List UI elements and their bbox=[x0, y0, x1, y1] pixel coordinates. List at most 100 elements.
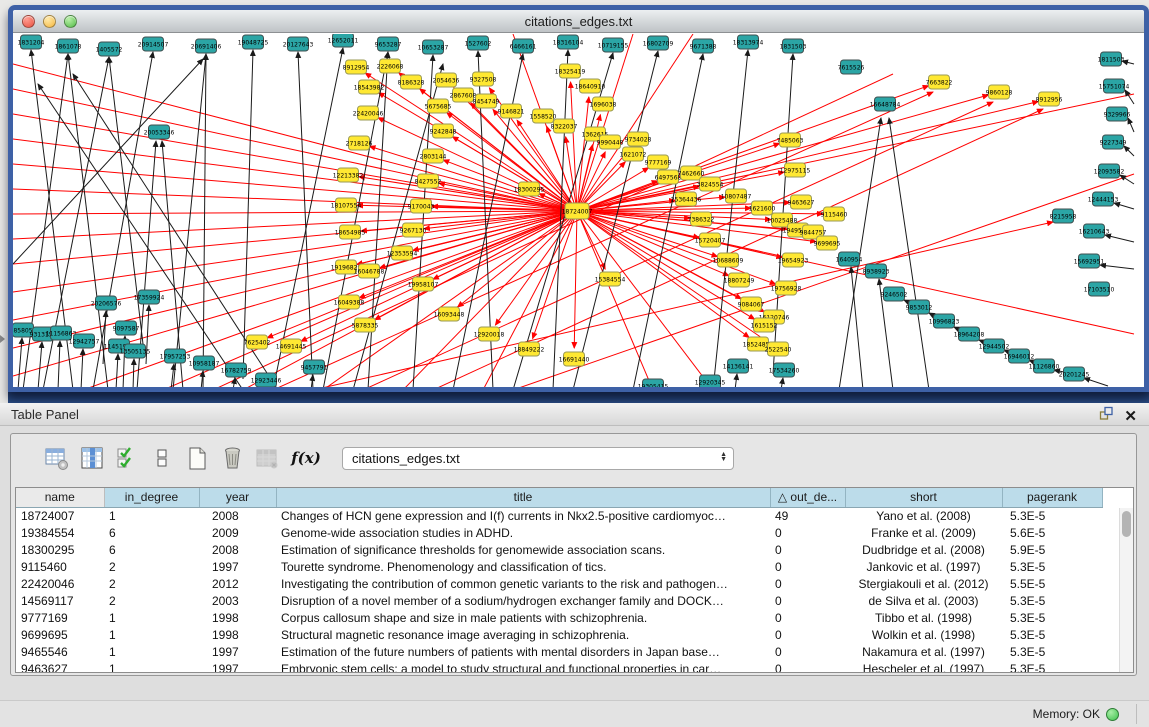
table-mode-icon[interactable] bbox=[44, 445, 70, 471]
cell-pagerank[interactable]: 5.9E-5 bbox=[1002, 541, 1102, 558]
graph-node[interactable]: 12920018 bbox=[474, 327, 505, 341]
graph-node[interactable]: 1640954 bbox=[836, 252, 863, 266]
graph-node[interactable]: 17957253 bbox=[160, 349, 191, 363]
graph-node[interactable]: 2054636 bbox=[433, 73, 460, 87]
graph-node[interactable]: 19654923 bbox=[778, 253, 809, 267]
cell-in_degree[interactable]: 1 bbox=[104, 626, 199, 643]
graph-node[interactable]: 2522540 bbox=[765, 342, 792, 356]
table-scrollbar-thumb[interactable] bbox=[1122, 511, 1131, 537]
graph-node[interactable]: 1831503 bbox=[780, 39, 807, 53]
graph-node[interactable]: 3824554 bbox=[697, 177, 724, 191]
graph-node[interactable]: 18107554 bbox=[331, 198, 362, 212]
graph-node[interactable]: 18654985 bbox=[335, 225, 366, 239]
cell-name[interactable]: 18300295 bbox=[16, 541, 104, 558]
graph-node[interactable]: 18807249 bbox=[724, 273, 755, 287]
graph-node[interactable]: 14691445 bbox=[276, 339, 307, 353]
graph-node[interactable]: 8186328 bbox=[398, 75, 425, 89]
cell-name[interactable]: 14569117 bbox=[16, 592, 104, 609]
graph-node[interactable]: 8912956 bbox=[1036, 92, 1063, 106]
graph-node[interactable]: 18849222 bbox=[514, 342, 545, 356]
cell-pagerank[interactable]: 5.3E-5 bbox=[1002, 660, 1102, 673]
table-row[interactable]: 1938455462009Genome-wide association stu… bbox=[16, 524, 1102, 541]
graph-node[interactable]: 9990448 bbox=[597, 135, 624, 149]
graph-node[interactable]: 9457791 bbox=[301, 360, 328, 374]
graph-node[interactable]: 17359924 bbox=[134, 290, 165, 304]
graph-node[interactable]: 9329966 bbox=[1104, 107, 1131, 121]
cell-title[interactable]: Embryonic stem cells: a model to study s… bbox=[276, 660, 770, 673]
cell-pagerank[interactable]: 5.3E-5 bbox=[1002, 592, 1102, 609]
graph-node[interactable]: 19305415 bbox=[638, 379, 669, 387]
graph-node[interactable]: 9227349 bbox=[1100, 135, 1127, 149]
graph-node[interactable]: 20206576 bbox=[91, 296, 122, 310]
cell-year[interactable]: 1998 bbox=[199, 626, 276, 643]
table-row[interactable]: 1830029562008Estimation of significance … bbox=[16, 541, 1102, 558]
graph-node[interactable]: 18724007 bbox=[562, 203, 593, 219]
memory-indicator[interactable]: Memory: OK bbox=[1033, 707, 1119, 721]
cell-title[interactable]: Estimation of the future numbers of pati… bbox=[276, 643, 770, 660]
graph-node[interactable]: 18300295 bbox=[514, 182, 545, 196]
cell-short[interactable]: Dudbridge et al. (2008) bbox=[845, 541, 1002, 558]
cell-out_degree[interactable]: 0 bbox=[770, 558, 845, 575]
cell-in_degree[interactable]: 6 bbox=[104, 541, 199, 558]
graph-node[interactable]: 1621600 bbox=[749, 201, 776, 215]
cell-short[interactable]: de Silva et al. (2003) bbox=[845, 592, 1002, 609]
cell-name[interactable]: 9699695 bbox=[16, 626, 104, 643]
graph-node[interactable]: 10719155 bbox=[598, 38, 629, 52]
cell-pagerank[interactable]: 5.3E-5 bbox=[1002, 609, 1102, 626]
cell-name[interactable]: 22420046 bbox=[16, 575, 104, 592]
table-row[interactable]: 977716911998Corpus callosum shape and si… bbox=[16, 609, 1102, 626]
cell-out_degree[interactable]: 0 bbox=[770, 524, 845, 541]
graph-node[interactable]: 18313974 bbox=[733, 35, 764, 49]
cell-short[interactable]: Stergiakouli et al. (2012) bbox=[845, 575, 1002, 592]
graph-node[interactable]: 6466161 bbox=[510, 39, 537, 53]
delete-table-icon[interactable] bbox=[254, 445, 280, 471]
graph-node[interactable]: 20127643 bbox=[283, 37, 314, 51]
graph-node[interactable]: 10807487 bbox=[721, 189, 752, 203]
graph-node[interactable]: 9170043 bbox=[408, 199, 435, 213]
select-all-columns-icon[interactable] bbox=[114, 445, 140, 471]
graph-node[interactable]: 9115460 bbox=[821, 207, 848, 221]
graph-node[interactable]: 20914507 bbox=[138, 37, 169, 51]
graph-node[interactable]: 8427552 bbox=[415, 174, 442, 188]
graph-node[interactable]: 16648784 bbox=[870, 97, 901, 111]
table-row[interactable]: 1872400712008Changes of HCN gene express… bbox=[16, 507, 1102, 524]
graph-node[interactable]: 16946012 bbox=[1004, 349, 1035, 363]
graph-node[interactable]: 17103510 bbox=[1084, 282, 1115, 296]
cell-out_degree[interactable]: 0 bbox=[770, 626, 845, 643]
cell-name[interactable]: 9465546 bbox=[16, 643, 104, 660]
graph-node[interactable]: 9653287 bbox=[375, 37, 402, 51]
cell-name[interactable]: 9115460 bbox=[16, 558, 104, 575]
cell-pagerank[interactable]: 5.6E-5 bbox=[1002, 524, 1102, 541]
graph-node[interactable]: 19048725 bbox=[238, 35, 269, 49]
cell-in_degree[interactable]: 1 bbox=[104, 507, 199, 524]
graph-node[interactable]: 9777169 bbox=[645, 155, 672, 169]
cell-title[interactable]: Estimation of significance thresholds fo… bbox=[276, 541, 770, 558]
graph-node[interactable]: 7386322 bbox=[688, 212, 715, 226]
graph-node[interactable]: 9671388 bbox=[690, 39, 717, 53]
graph-node[interactable]: 12942757 bbox=[69, 334, 100, 348]
cell-in_degree[interactable]: 1 bbox=[104, 609, 199, 626]
row-height-icon[interactable] bbox=[149, 445, 175, 471]
graph-node[interactable]: 5675685 bbox=[425, 99, 452, 113]
graph-node[interactable]: 1696038 bbox=[590, 97, 617, 111]
cell-title[interactable]: Structural magnetic resonance image aver… bbox=[276, 626, 770, 643]
table-row[interactable]: 911546021997Tourette syndrome. Phenomeno… bbox=[16, 558, 1102, 575]
graph-node[interactable]: 15692951 bbox=[1074, 254, 1105, 268]
graph-node[interactable]: 16782759 bbox=[221, 363, 252, 377]
cell-year[interactable]: 1997 bbox=[199, 558, 276, 575]
graph-node[interactable]: 15751074 bbox=[1099, 79, 1130, 93]
graph-node[interactable]: 2718126 bbox=[346, 136, 373, 150]
graph-node[interactable]: 8912954 bbox=[343, 60, 370, 74]
graph-node[interactable]: 20691406 bbox=[191, 39, 222, 53]
cell-title[interactable]: Disruption of a novel member of a sodium… bbox=[276, 592, 770, 609]
graph-node[interactable]: 7625402 bbox=[244, 335, 271, 349]
cell-pagerank[interactable]: 5.3E-5 bbox=[1002, 626, 1102, 643]
graph-node[interactable]: 16049388 bbox=[334, 295, 365, 309]
cell-short[interactable]: Jankovic et al. (1997) bbox=[845, 558, 1002, 575]
column-header-year[interactable]: year bbox=[199, 488, 276, 507]
column-header-title[interactable]: title bbox=[276, 488, 770, 507]
graph-node[interactable]: 22420046 bbox=[353, 106, 384, 120]
graph-node[interactable]: 1811503 bbox=[1098, 52, 1125, 66]
cell-year[interactable]: 2008 bbox=[199, 507, 276, 524]
graph-node[interactable]: 10958187 bbox=[189, 356, 220, 370]
